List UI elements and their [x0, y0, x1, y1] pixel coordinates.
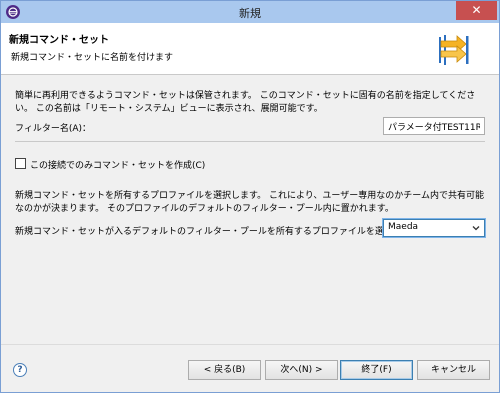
- close-button[interactable]: ✕: [456, 1, 497, 20]
- description-text: 簡単に再利用できるようコマンド・セットは保管されます。 このコマンド・セットに固…: [15, 91, 476, 114]
- cancel-button[interactable]: キャンセル: [417, 360, 490, 380]
- profile-select[interactable]: Maeda: [382, 218, 486, 238]
- back-button[interactable]: < 戻る(B): [188, 360, 261, 380]
- profile-selected-value: Maeda: [388, 222, 419, 232]
- wizard-content: 簡単に再利用できるようコマンド・セットは保管されます。 このコマンド・セットに固…: [1, 76, 499, 344]
- new-command-set-dialog: 新規 ✕ 新規コマンド・セット 新規コマンド・セットに名前を付けます 簡単に再利…: [0, 0, 500, 393]
- chevron-down-icon[interactable]: [471, 223, 481, 233]
- wizard-arrows-icon: [433, 31, 473, 69]
- title-bar[interactable]: 新規 ✕: [1, 1, 499, 23]
- help-icon[interactable]: ?: [13, 363, 27, 377]
- banner-message: 新規コマンド・セットに名前を付けます: [11, 53, 174, 63]
- next-button[interactable]: 次へ(N) >: [265, 360, 338, 380]
- footer-separator: [1, 344, 499, 345]
- connection-only-label[interactable]: この接続でのみコマンド・セットを作成(C): [30, 158, 205, 171]
- banner-title: 新規コマンド・セット: [9, 35, 109, 46]
- separator: [15, 141, 485, 142]
- filter-name-label: フィルター名(A)：: [15, 124, 91, 134]
- filter-name-input[interactable]: [383, 117, 485, 135]
- connection-only-checkbox[interactable]: [15, 158, 26, 169]
- wizard-banner: 新規コマンド・セット 新規コマンド・セットに名前を付けます: [1, 23, 499, 75]
- close-icon: ✕: [471, 3, 482, 17]
- window-title: 新規: [239, 7, 261, 20]
- finish-button[interactable]: 終了(F): [340, 360, 413, 380]
- profile-description: 新規コマンド・セットを所有するプロファイルを選択します。 これにより、ユーザー専…: [15, 191, 484, 214]
